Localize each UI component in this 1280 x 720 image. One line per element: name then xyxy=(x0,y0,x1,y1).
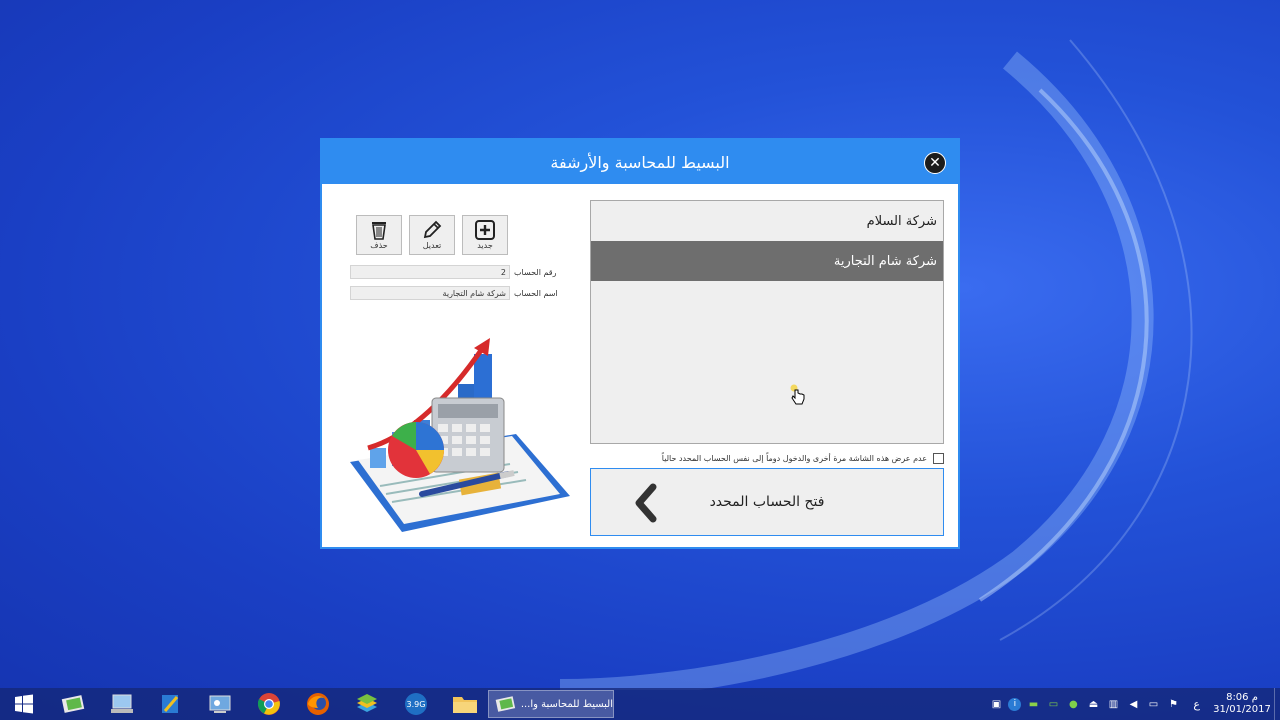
app-green-icon[interactable] xyxy=(53,688,93,720)
close-icon: ✕ xyxy=(929,155,941,171)
plus-icon xyxy=(475,220,495,240)
system-tray: ▣ i ▬ ▭ ● ⏏ ▥ ◀ ▭ ⚑ ع 8:06 م 31/01/2017 xyxy=(986,688,1280,720)
new-account-button[interactable]: جديد xyxy=(462,215,508,255)
battery-icon[interactable]: ▭ xyxy=(1045,696,1061,712)
account-name-field[interactable]: شركة شام التجارية xyxy=(350,286,510,300)
input-language-indicator[interactable]: ع xyxy=(1193,698,1200,711)
account-list-item[interactable]: شركة السلام xyxy=(591,201,943,241)
trash-icon xyxy=(372,222,386,240)
account-name: شركة السلام xyxy=(866,213,937,229)
dialog-titlebar: البسيط للمحاسبة والأرشفة ✕ xyxy=(322,140,958,184)
taskbar-active-app-label: البسيط للمحاسبة وا... xyxy=(520,698,613,710)
clock-date: 31/01/2017 xyxy=(1213,704,1271,715)
app-green-icon xyxy=(495,696,516,712)
flag-icon[interactable]: ⚑ xyxy=(1165,696,1181,712)
info-icon[interactable]: i xyxy=(1008,697,1022,711)
computer-icon[interactable] xyxy=(102,688,142,720)
dont-show-again-row: عدم عرض هذه الشاشة مرة أخرى والدخول دوما… xyxy=(590,450,944,466)
chevron-left-icon xyxy=(635,483,657,523)
show-desktop-button[interactable] xyxy=(1274,688,1280,720)
edit-label: تعديل xyxy=(422,241,442,250)
windows-start-icon[interactable] xyxy=(4,688,44,720)
volume-icon[interactable]: ◀ xyxy=(1125,696,1141,712)
open-account-button[interactable]: فتح الحساب المحدد xyxy=(590,468,944,536)
pencil-icon xyxy=(423,220,442,239)
taskbar: 3.9G البسيط للمحاسبة وا... ▣ i ▬ ▭ ● ⏏ ▥… xyxy=(0,688,1280,720)
account-name: شركة شام التجارية xyxy=(833,253,937,269)
dont-show-again-label: عدم عرض هذه الشاشة مرة أخرى والدخول دوما… xyxy=(661,453,927,463)
chrome-icon[interactable] xyxy=(249,688,289,720)
open-account-label: فتح الحساب المحدد xyxy=(709,494,825,510)
display-icon[interactable]: ▭ xyxy=(1145,696,1161,712)
hand-cursor-icon xyxy=(790,384,805,405)
edit-account-button[interactable]: تعديل xyxy=(409,215,455,255)
svg-text:3.9G: 3.9G xyxy=(407,700,426,709)
usb-icon[interactable]: ⏏ xyxy=(1085,696,1101,712)
network-disconnected-icon[interactable]: ▥ xyxy=(1105,696,1121,712)
account-selection-dialog: البسيط للمحاسبة والأرشفة ✕ شركة السلام ش… xyxy=(320,138,960,549)
xbox-icon[interactable]: 3.9G xyxy=(396,688,436,720)
bluestacks-icon[interactable] xyxy=(347,688,387,720)
account-name-row: شركة شام التجارية اسم الحساب xyxy=(350,286,566,300)
account-number-row: 2 رقم الحساب xyxy=(350,265,566,279)
control-panel-icon[interactable] xyxy=(200,688,240,720)
close-button[interactable]: ✕ xyxy=(924,152,946,174)
network-status-icon[interactable]: ▣ xyxy=(988,696,1004,712)
accounting-illustration xyxy=(350,338,570,532)
app-tray-icon[interactable]: ▬ xyxy=(1025,696,1041,712)
antivirus-icon[interactable]: ● xyxy=(1065,696,1081,712)
dont-show-again-checkbox[interactable] xyxy=(933,452,944,464)
taskbar-active-app[interactable]: البسيط للمحاسبة وا... xyxy=(488,690,614,718)
new-label: جديد xyxy=(477,241,493,250)
account-number-label: رقم الحساب xyxy=(514,267,557,277)
dialog-title: البسيط للمحاسبة والأرشفة xyxy=(550,152,730,172)
account-name-label: اسم الحساب xyxy=(514,288,558,298)
account-number-field[interactable]: 2 xyxy=(350,265,510,279)
delete-account-button[interactable]: حذف xyxy=(356,215,402,255)
clock-time: 8:06 م xyxy=(1226,692,1258,703)
account-list[interactable]: شركة السلام شركة شام التجارية xyxy=(590,200,944,444)
delete-label: حذف xyxy=(370,241,388,250)
file-explorer-icon[interactable] xyxy=(445,688,485,720)
firefox-icon[interactable] xyxy=(298,688,338,720)
notepad-icon[interactable] xyxy=(151,688,191,720)
account-list-item-selected[interactable]: شركة شام التجارية xyxy=(591,241,943,281)
system-clock[interactable]: 8:06 م 31/01/2017 xyxy=(1210,692,1274,716)
